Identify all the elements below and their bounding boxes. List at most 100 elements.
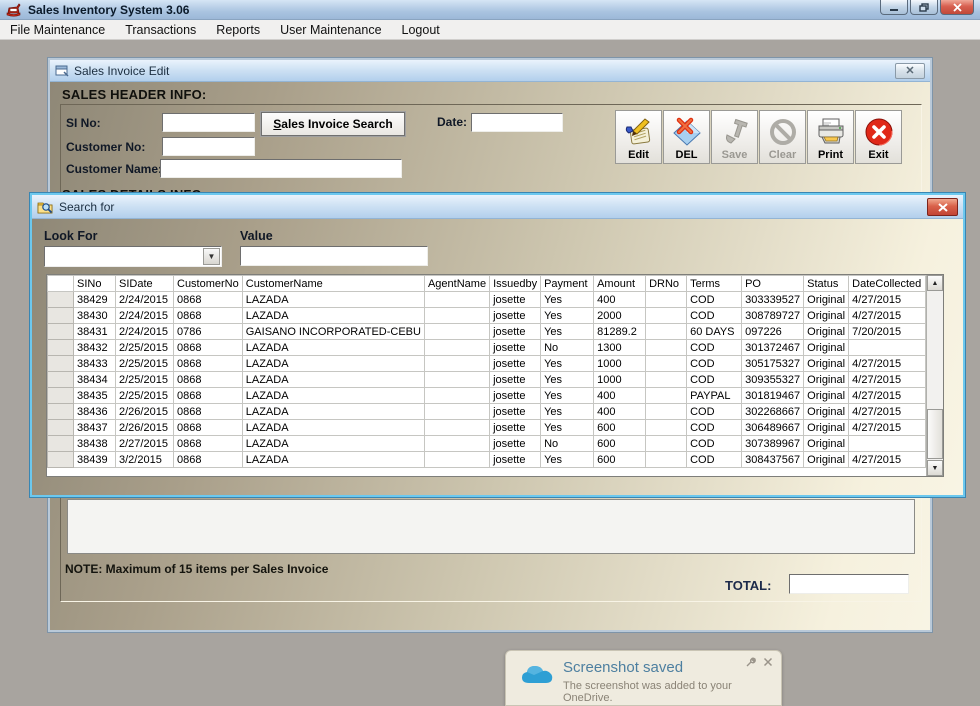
table-cell[interactable]: No <box>540 339 595 356</box>
table-cell[interactable]: 301372467 <box>741 339 805 356</box>
restore-button[interactable] <box>910 0 938 15</box>
table-cell[interactable] <box>423 355 491 372</box>
table-cell[interactable]: LAZADA <box>241 355 425 372</box>
menu-reports[interactable]: Reports <box>206 20 270 40</box>
table-cell[interactable] <box>645 419 688 436</box>
table-cell[interactable]: 308437567 <box>741 451 805 468</box>
total-input[interactable] <box>789 574 909 594</box>
look-for-dropdown[interactable]: ▼ <box>44 246 222 267</box>
table-cell[interactable] <box>645 307 688 324</box>
table-cell[interactable]: 600 <box>593 451 647 468</box>
table-cell[interactable]: 4/27/2015 <box>848 451 927 468</box>
menu-logout[interactable]: Logout <box>392 20 450 40</box>
table-cell[interactable]: 0868 <box>173 339 243 356</box>
column-header[interactable]: SIDate <box>115 275 174 292</box>
table-cell[interactable]: 3/2/2015 <box>115 451 174 468</box>
row-selector[interactable] <box>47 419 74 436</box>
table-cell[interactable]: josette <box>489 371 542 388</box>
table-cell[interactable]: josette <box>489 339 542 356</box>
table-cell[interactable]: COD <box>686 435 743 452</box>
table-cell[interactable]: COD <box>686 371 743 388</box>
table-cell[interactable]: Yes <box>540 291 595 308</box>
table-cell[interactable]: josette <box>489 435 542 452</box>
table-cell[interactable] <box>423 339 491 356</box>
column-header[interactable]: DRNo <box>645 275 688 292</box>
table-cell[interactable]: 81289.2 <box>593 323 647 340</box>
table-cell[interactable]: 303339527 <box>741 291 805 308</box>
table-cell[interactable]: 4/27/2015 <box>848 387 927 404</box>
table-cell[interactable] <box>645 371 688 388</box>
table-cell[interactable]: 2/26/2015 <box>115 419 174 436</box>
table-cell[interactable]: COD <box>686 339 743 356</box>
table-cell[interactable]: 308789727 <box>741 307 805 324</box>
row-selector[interactable] <box>47 451 74 468</box>
table-cell[interactable] <box>423 451 491 468</box>
table-cell[interactable]: josette <box>489 355 542 372</box>
table-cell[interactable] <box>423 403 491 420</box>
table-cell[interactable]: 2/24/2015 <box>115 291 174 308</box>
table-cell[interactable]: 2/25/2015 <box>115 355 174 372</box>
table-cell[interactable]: Yes <box>540 387 595 404</box>
table-cell[interactable]: 2/24/2015 <box>115 307 174 324</box>
table-row[interactable]: 38434 2/25/2015 0868 LAZADA josette Yes 1000 CO… <box>47 371 927 388</box>
table-cell[interactable]: 2/26/2015 <box>115 403 174 420</box>
table-cell[interactable]: Yes <box>540 451 595 468</box>
table-cell[interactable] <box>645 403 688 420</box>
table-cell[interactable]: 097226 <box>741 323 805 340</box>
table-row[interactable]: 38439 3/2/2015 0868 LAZADA josette Yes 600 COD 3… <box>47 451 927 468</box>
table-cell[interactable]: 4/27/2015 <box>848 403 927 420</box>
table-cell[interactable]: Original <box>803 307 850 324</box>
table-cell[interactable]: 0868 <box>173 451 243 468</box>
table-cell[interactable]: josette <box>489 451 542 468</box>
column-header[interactable]: Payment <box>540 275 595 292</box>
scrollbar-thumb[interactable] <box>927 409 943 459</box>
vertical-scrollbar[interactable]: ▲ ▼ <box>926 275 943 476</box>
row-selector[interactable] <box>47 339 74 356</box>
delete-button[interactable]: DEL <box>663 110 710 164</box>
invoice-close-icon[interactable]: ✕ <box>895 63 925 79</box>
table-row[interactable]: 38430 2/24/2015 0868 LAZADA josette Yes 2000 CO… <box>47 307 927 324</box>
table-cell[interactable] <box>645 451 688 468</box>
table-cell[interactable]: COD <box>686 403 743 420</box>
table-cell[interactable]: josette <box>489 403 542 420</box>
table-cell[interactable] <box>645 435 688 452</box>
column-header[interactable]: Issuedby <box>489 275 542 292</box>
row-selector[interactable] <box>47 323 74 340</box>
table-cell[interactable]: 38431 <box>73 323 116 340</box>
row-selector[interactable] <box>47 403 74 420</box>
table-cell[interactable]: 38434 <box>73 371 116 388</box>
table-cell[interactable]: Yes <box>540 323 595 340</box>
table-row[interactable]: 38435 2/25/2015 0868 LAZADA josette Yes 400 PAY… <box>47 387 927 404</box>
table-cell[interactable]: 309355327 <box>741 371 805 388</box>
table-cell[interactable]: PAYPAL <box>686 387 743 404</box>
table-cell[interactable]: josette <box>489 419 542 436</box>
table-cell[interactable]: Original <box>803 371 850 388</box>
column-header[interactable]: CustomerNo <box>173 275 243 292</box>
table-cell[interactable]: 60 DAYS <box>686 323 743 340</box>
table-cell[interactable]: josette <box>489 387 542 404</box>
table-cell[interactable] <box>645 291 688 308</box>
column-header[interactable]: SINo <box>73 275 116 292</box>
table-cell[interactable]: 4/27/2015 <box>848 307 927 324</box>
customer-name-input[interactable] <box>160 159 402 178</box>
table-cell[interactable]: Original <box>803 419 850 436</box>
table-cell[interactable]: LAZADA <box>241 291 425 308</box>
row-selector[interactable] <box>47 355 74 372</box>
table-row[interactable]: 38431 2/24/2015 0786 GAISANO INCORPORATED-C… <box>47 323 927 340</box>
table-cell[interactable]: 38436 <box>73 403 116 420</box>
table-cell[interactable]: Yes <box>540 355 595 372</box>
table-cell[interactable]: 2/25/2015 <box>115 387 174 404</box>
scroll-up-icon[interactable]: ▲ <box>927 275 943 291</box>
table-cell[interactable]: 38433 <box>73 355 116 372</box>
table-cell[interactable]: COD <box>686 419 743 436</box>
table-cell[interactable]: 307389967 <box>741 435 805 452</box>
table-cell[interactable]: Original <box>803 339 850 356</box>
invoice-dialog-titlebar[interactable]: Sales Invoice Edit ✕ <box>50 60 930 82</box>
search-close-icon[interactable] <box>927 198 958 216</box>
table-cell[interactable] <box>848 339 927 356</box>
table-row[interactable]: 38429 2/24/2015 0868 LAZADA josette Yes 400 COD… <box>47 291 927 308</box>
table-cell[interactable]: LAZADA <box>241 403 425 420</box>
table-cell[interactable]: josette <box>489 291 542 308</box>
table-cell[interactable]: 0868 <box>173 419 243 436</box>
table-cell[interactable]: 302268667 <box>741 403 805 420</box>
